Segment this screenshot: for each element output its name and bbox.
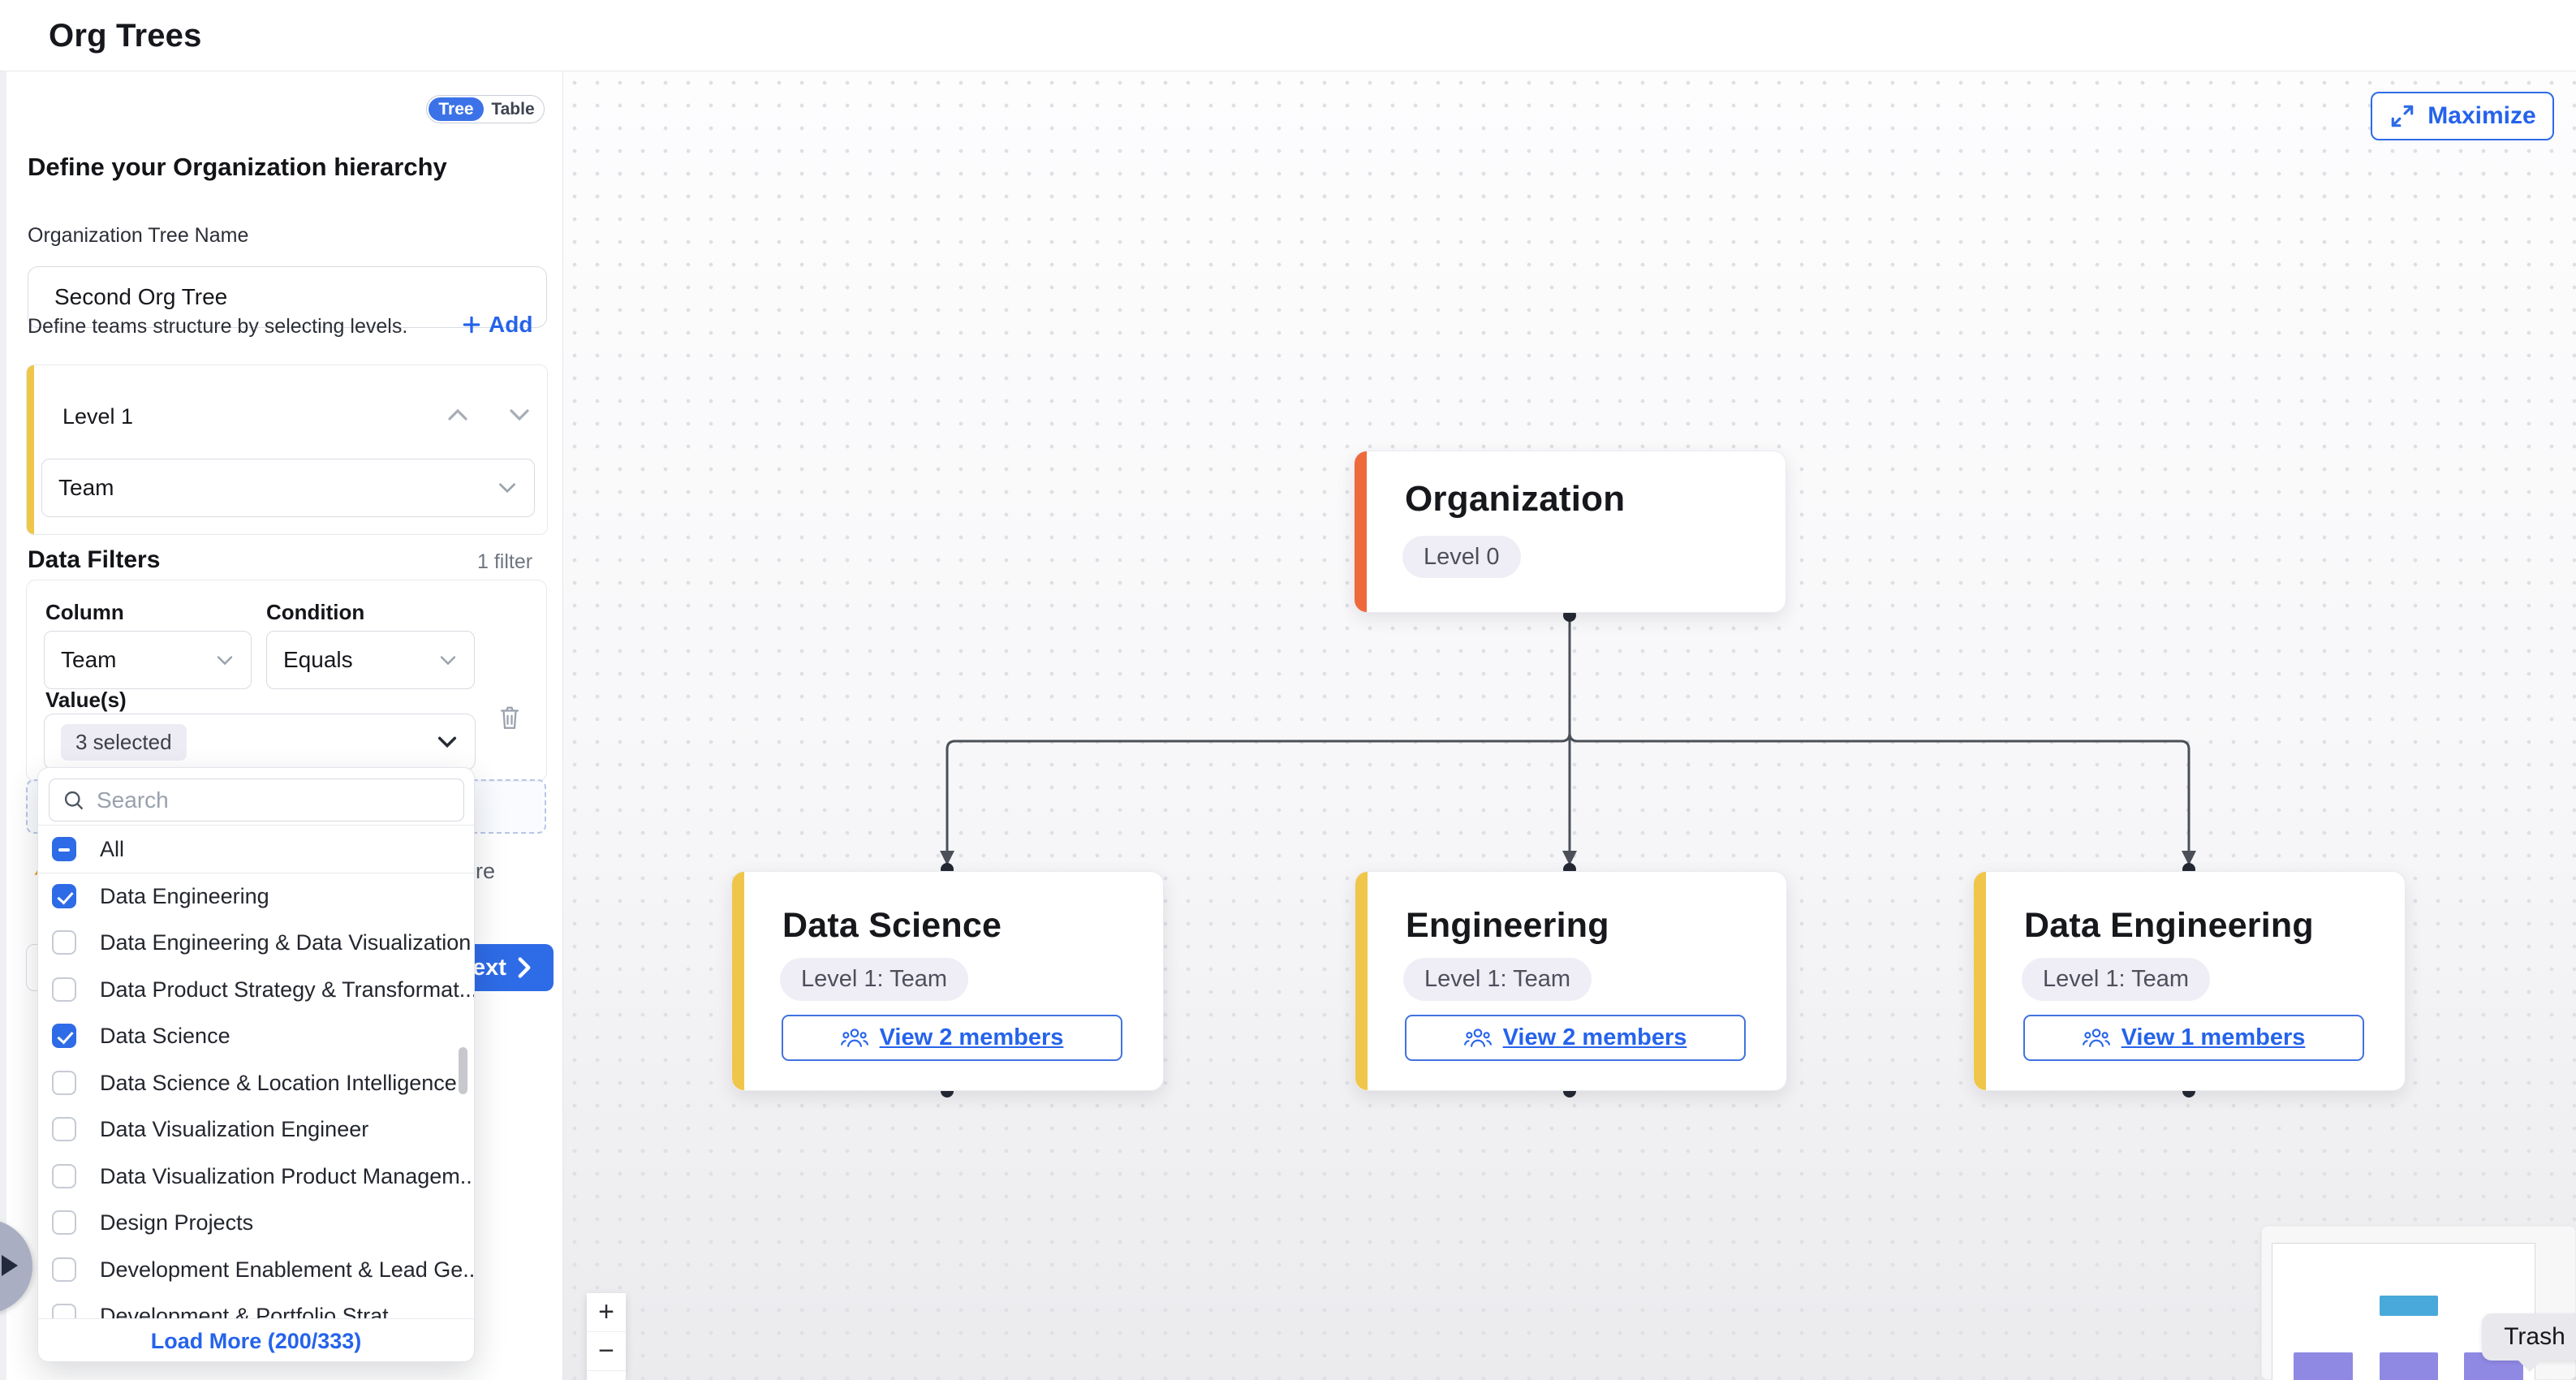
node-title: Organization [1405, 479, 1625, 520]
chevron-down-icon [497, 481, 518, 495]
view-members-button[interactable]: View 2 members [1405, 1015, 1746, 1061]
org-tree-builder-app: Organization Level 0 Data Science Level … [0, 0, 2576, 1380]
node-level-badge: Level 0 [1402, 536, 1521, 578]
list-item[interactable]: Design Projects [38, 1199, 474, 1246]
arrow-right-icon [2, 1255, 18, 1276]
checkbox[interactable] [52, 1257, 76, 1282]
levels-description: Define teams structure by selecting leve… [28, 315, 407, 339]
node-title: Engineering [1406, 906, 1609, 946]
condition-label: Condition [266, 600, 364, 625]
level-accent-bar [27, 365, 34, 534]
delete-filter-icon[interactable] [498, 702, 522, 731]
view-members-button[interactable]: View 1 members [2023, 1015, 2364, 1061]
node-accent-bar [1355, 872, 1368, 1090]
people-icon [1464, 1026, 1492, 1050]
people-icon [2083, 1026, 2110, 1050]
values-multiselect[interactable]: 3 selected [44, 714, 476, 770]
checkbox[interactable] [52, 977, 76, 1002]
zoom-in-button[interactable]: + [587, 1293, 626, 1332]
minimap-root-node [2380, 1296, 2438, 1316]
checkbox[interactable] [52, 1117, 76, 1141]
filter-card: Column Condition Team Equals Value(s) 3 … [26, 580, 547, 782]
values-label: Value(s) [45, 688, 127, 713]
list-item[interactable]: Data Science [38, 1012, 474, 1059]
load-more-button[interactable]: Load More (200/333) [38, 1318, 474, 1362]
node-title: Data Engineering [2024, 906, 2314, 946]
toggle-tree[interactable]: Tree [429, 97, 484, 121]
checkbox[interactable] [52, 884, 76, 908]
checkbox[interactable] [52, 1024, 76, 1048]
chevron-down-icon [436, 734, 459, 750]
list-item[interactable]: Data Engineering [38, 873, 474, 920]
list-item[interactable]: Development Enablement & Lead Ge... [38, 1246, 474, 1293]
list-item-partial[interactable]: Development & Portfolio Strat... [38, 1292, 474, 1318]
list-item[interactable]: Data Science & Location Intelligence [38, 1059, 474, 1106]
node-accent-bar [1974, 872, 1986, 1090]
node-level-badge: Level 1: Team [780, 958, 968, 1001]
checkbox[interactable] [52, 930, 76, 955]
values-dropdown: All Data Engineering Data Engineering & … [37, 767, 475, 1362]
toggle-table[interactable]: Table [484, 97, 542, 121]
level-card: Level 1 Team [26, 364, 548, 535]
checkbox[interactable] [52, 1164, 76, 1188]
list-item[interactable]: Data Visualization Product Managem... [38, 1153, 474, 1200]
checkbox[interactable] [52, 1304, 76, 1318]
checkbox[interactable] [52, 1071, 76, 1095]
app-header: Org Trees [0, 0, 2576, 71]
node-title: Data Science [782, 906, 1002, 946]
select-all-checkbox[interactable] [52, 837, 76, 861]
chevron-up-icon[interactable] [446, 406, 470, 424]
org-node-root[interactable]: Organization Level 0 [1354, 451, 1786, 613]
trash-tooltip: Trash [2482, 1313, 2576, 1361]
zoom-controls: + − [587, 1293, 626, 1380]
hierarchy-panel: Tree Table Define your Organization hier… [6, 71, 563, 1380]
condition-select[interactable]: Equals [266, 631, 475, 689]
zoom-out-button[interactable]: − [587, 1332, 626, 1371]
select-all-row[interactable]: All [38, 826, 474, 873]
view-members-button[interactable]: View 2 members [782, 1015, 1122, 1061]
zoom-extra-button[interactable] [587, 1371, 626, 1380]
list-item[interactable]: Data Visualization Engineer [38, 1106, 474, 1153]
org-node-child[interactable]: Data Science Level 1: Team View 2 member… [731, 871, 1164, 1091]
search-input[interactable] [97, 787, 450, 813]
checkbox[interactable] [52, 1210, 76, 1235]
column-select[interactable]: Team [44, 631, 252, 689]
column-label: Column [45, 600, 124, 625]
list-item[interactable]: Data Product Strategy & Transformat... [38, 966, 474, 1013]
node-level-badge: Level 1: Team [2022, 958, 2210, 1001]
node-accent-bar [732, 872, 744, 1090]
minimap-child-node [2380, 1352, 2438, 1380]
search-box [49, 778, 464, 822]
panel-heading: Define your Organization hierarchy [28, 153, 447, 182]
node-accent-bar [1355, 451, 1367, 612]
org-node-child[interactable]: Engineering Level 1: Team View 2 members [1355, 871, 1787, 1091]
tree-name-label: Organization Tree Name [28, 224, 248, 248]
search-icon [62, 789, 85, 812]
level-type-select[interactable]: Team [41, 459, 535, 517]
org-node-child[interactable]: Data Engineering Level 1: Team View 1 me… [1973, 871, 2406, 1091]
hint-text-partial: re [476, 859, 495, 884]
options-list: Data Engineering Data Engineering & Data… [38, 873, 474, 1318]
selected-count-chip: 3 selected [61, 724, 187, 761]
maximize-button[interactable]: Maximize [2371, 92, 2554, 140]
minimap-child-node [2294, 1352, 2353, 1380]
filters-count: 1 filter [477, 550, 532, 574]
chevron-right-icon [516, 957, 532, 978]
tree-name-input[interactable] [54, 284, 520, 310]
list-item[interactable]: Data Engineering & Data Visualization [38, 919, 474, 966]
view-toggle: Tree Table [426, 95, 545, 123]
expand-icon [2389, 102, 2416, 130]
people-icon [841, 1026, 868, 1050]
level-label: Level 1 [62, 404, 133, 429]
node-level-badge: Level 1: Team [1403, 958, 1592, 1001]
chevron-down-icon [438, 653, 458, 667]
chevron-down-icon [215, 653, 235, 667]
chevron-down-icon[interactable] [507, 406, 532, 424]
org-chart-canvas[interactable] [563, 71, 2576, 1380]
plus-icon [461, 314, 482, 335]
add-level-button[interactable]: Add [461, 312, 532, 338]
filters-heading: Data Filters [28, 546, 160, 574]
page-title: Org Trees [49, 18, 202, 54]
scrollbar-thumb[interactable] [459, 1047, 467, 1094]
